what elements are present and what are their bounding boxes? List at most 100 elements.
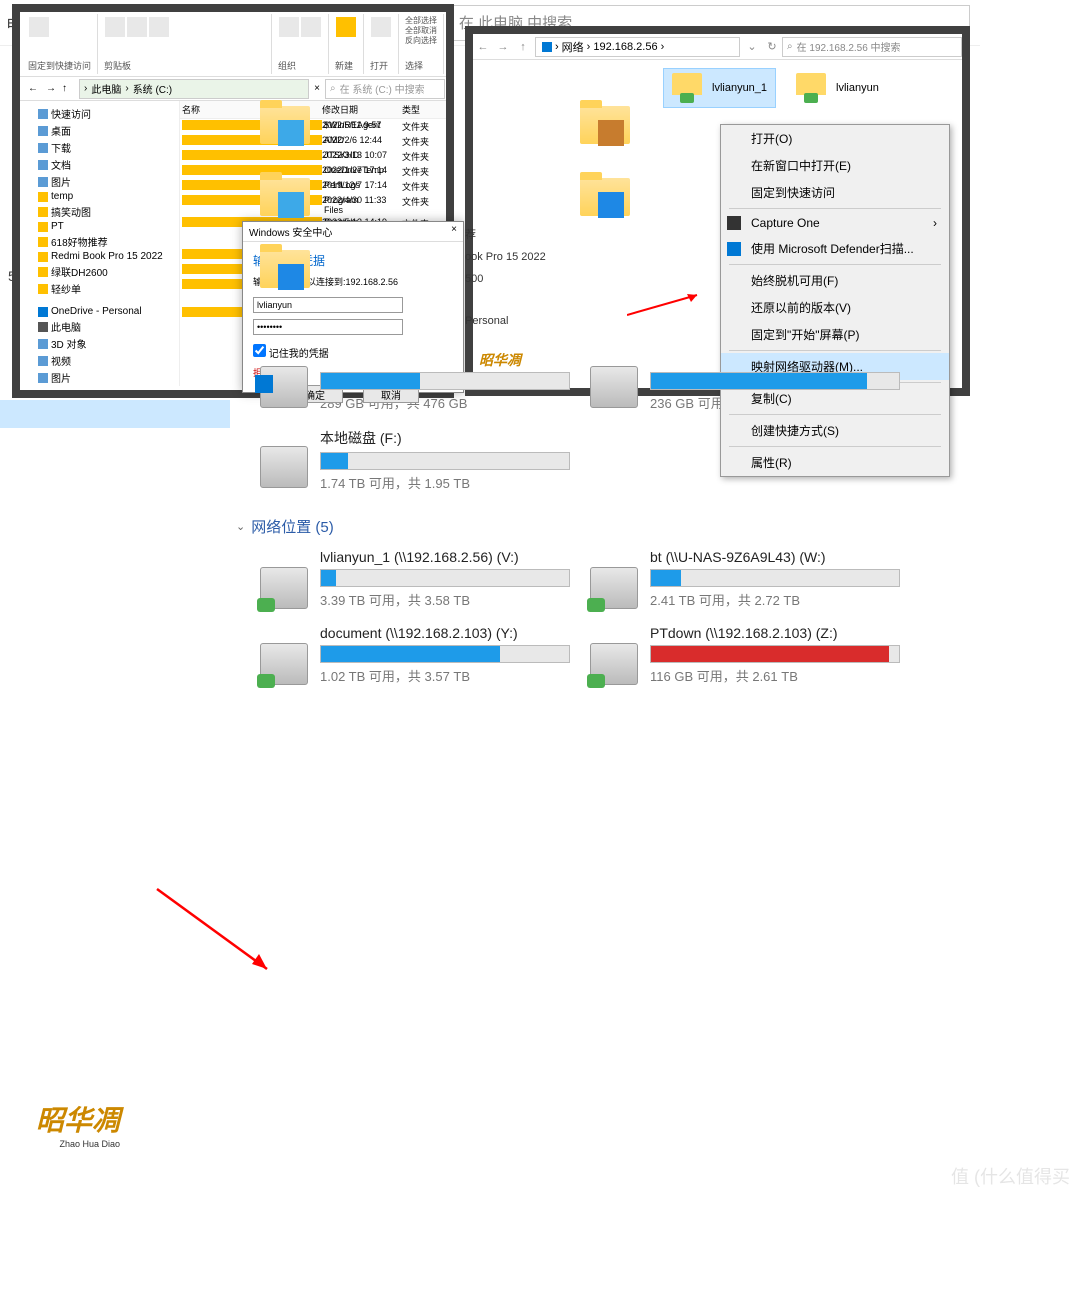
tree-item[interactable]: 绿联DH2600: [24, 263, 175, 280]
context-menu: 打开(O) 在新窗口中打开(E) 固定到快速访问 Capture One › 使用 Mic…: [720, 124, 950, 477]
drive-item[interactable]: PTdown (\\192.168.2.103) (Z:)116 GB 可用，共…: [590, 621, 900, 689]
ribbon-clipboard-label: 剪贴板: [104, 59, 265, 72]
menu-item[interactable]: 固定到"开始"屏幕(P): [721, 321, 949, 348]
tree-label: temp: [51, 191, 73, 202]
menu-label: 固定到"开始"屏幕(P): [751, 326, 860, 343]
tree-frag: ook Pro 15 2022: [465, 246, 546, 268]
tree-item[interactable]: 视频: [24, 352, 175, 369]
back-button[interactable]: ←: [473, 37, 493, 57]
share-folder-icon: [796, 73, 830, 103]
folder-icon: [38, 252, 48, 262]
tree-item[interactable]: 下载: [24, 139, 175, 156]
menu-item[interactable]: 创建快捷方式(S): [721, 417, 949, 444]
dropdown-icon[interactable]: ⌄: [742, 37, 762, 57]
drive-icon: [38, 373, 48, 383]
menu-label: 始终脱机可用(F): [751, 272, 838, 289]
search-box[interactable]: ⌕ 在 192.168.2.56 中搜索: [782, 37, 962, 57]
drive-item[interactable]: document (\\192.168.2.103) (Y:)1.02 TB 可…: [260, 621, 570, 689]
menu-label: 使用 Microsoft Defender扫描...: [751, 240, 914, 257]
file-row[interactable]: AMD2022/2/6 12:44文件夹: [180, 134, 446, 149]
menu-item[interactable]: Capture One ›: [721, 211, 949, 235]
menu-item[interactable]: 固定到快速访问: [721, 179, 949, 206]
share-label: lvlianyun_1: [712, 82, 767, 94]
tree-item[interactable]: PT: [24, 220, 175, 233]
search-placeholder: 在 系统 (C:) 中搜索: [340, 81, 425, 96]
menu-label: 复制(C): [751, 390, 792, 407]
menu-label: 在新窗口中打开(E): [751, 157, 851, 174]
tree-item[interactable]: 3D 对象: [24, 335, 175, 352]
drive-item[interactable]: lvlianyun_1 (\\192.168.2.56) (V:)3.39 TB…: [260, 545, 570, 613]
remember-checkbox[interactable]: [253, 344, 266, 357]
drive-usage-bar: [650, 372, 900, 390]
drive-item[interactable]: bt (\\U-NAS-9Z6A9L43) (W:)2.41 TB 可用，共 2…: [590, 545, 900, 613]
crumb-pc: 此电脑: [91, 81, 121, 96]
ribbon-new-label: 新建: [335, 59, 357, 72]
crumb-network[interactable]: 网络: [562, 39, 584, 55]
tree-item[interactable]: 快速访问: [24, 105, 175, 122]
crumb-ip[interactable]: 192.168.2.56: [593, 41, 657, 53]
tree-item[interactable]: 桌面: [24, 122, 175, 139]
drive-icon: [260, 446, 308, 488]
drive-usage-bar: [650, 569, 900, 587]
select-none[interactable]: 全部取消: [405, 26, 437, 36]
menu-item[interactable]: 在新窗口中打开(E): [721, 152, 949, 179]
menu-item[interactable]: 还原以前的版本(V): [721, 294, 949, 321]
share-label: lvlianyun: [836, 82, 879, 94]
menu-item[interactable]: 使用 Microsoft Defender扫描...: [721, 235, 949, 262]
annotation-arrow: [152, 884, 282, 984]
address-bar-row: ←→↑ ›此电脑› 系统 (C:) × ⌕ 在 系统 (C:) 中搜索: [20, 77, 446, 101]
drive-item[interactable]: 本地磁盘 (F:)1.74 TB 可用，共 1.95 TB: [260, 424, 570, 496]
tree-item[interactable]: 图片: [24, 369, 175, 386]
share-folder-icon: [672, 73, 706, 103]
select-invert[interactable]: 反向选择: [405, 36, 437, 46]
tree-label: 桌面: [51, 123, 71, 138]
submenu-arrow-icon: ›: [933, 216, 937, 230]
section-network[interactable]: ⌄ 网络位置 (5): [230, 504, 980, 545]
column-headers[interactable]: 名称 修改日期 类型: [180, 101, 446, 119]
tree-label: 此电脑: [51, 319, 81, 334]
select-all[interactable]: 全部选择: [405, 16, 437, 26]
file-row[interactable]: OneDriveTemp2022/1/27 17:14文件夹: [180, 164, 446, 179]
col-date[interactable]: 修改日期: [322, 103, 402, 116]
tree-item[interactable]: OneDrive - Personal: [24, 305, 175, 318]
address-bar[interactable]: ›网络 ›192.168.2.56›: [535, 37, 740, 57]
tree-item[interactable]: 此电脑: [24, 318, 175, 335]
nav-tree[interactable]: 快速访问桌面下载文档图片temp搞笑动图PT618好物推荐Redmi Book …: [20, 101, 180, 386]
tree-item[interactable]: 618好物推荐: [24, 233, 175, 250]
drive-icon: [590, 567, 638, 609]
drive-name: document (\\192.168.2.103) (Y:): [320, 625, 570, 641]
share-lvlianyun[interactable]: lvlianyun: [788, 68, 887, 108]
address-bar[interactable]: ›此电脑› 系统 (C:): [79, 79, 309, 99]
drive-icon: [38, 339, 48, 349]
file-row[interactable]: Program Files2022/4/30 11:33文件夹: [180, 194, 446, 216]
tree-item[interactable]: 图片: [24, 173, 175, 190]
menu-item[interactable]: 始终脱机可用(F): [721, 267, 949, 294]
fwd-button[interactable]: →: [493, 37, 513, 57]
menu-item[interactable]: 打开(O): [721, 125, 949, 152]
password-input[interactable]: [253, 319, 403, 335]
tree-label: OneDrive - Personal: [51, 306, 142, 317]
menu-label: Capture One: [751, 216, 820, 230]
tree-item[interactable]: 轻纱单: [24, 280, 175, 297]
drive-icon: [260, 366, 308, 408]
file-row[interactable]: $WinREAgent2022/5/11 9:57文件夹: [180, 119, 446, 134]
col-type[interactable]: 类型: [402, 103, 420, 116]
ribbon-pin[interactable]: 固定到快捷访问: [28, 59, 91, 72]
tree-item-selected[interactable]: [0, 400, 230, 428]
file-row[interactable]: JTSKHD2022/3/13 10:07文件夹: [180, 149, 446, 164]
menu-item[interactable]: 属性(R): [721, 449, 949, 476]
up-button[interactable]: ↑: [513, 37, 533, 57]
tree-item[interactable]: 文档: [24, 156, 175, 173]
username-input[interactable]: [253, 297, 403, 313]
folder-icon: [38, 237, 48, 247]
menu-separator: [729, 264, 941, 265]
folder-icon: [580, 172, 632, 218]
close-icon[interactable]: ×: [451, 224, 457, 239]
search-box[interactable]: ⌕ 在 系统 (C:) 中搜索: [325, 79, 445, 99]
file-row[interactable]: PerfLogs2019/12/7 17:14文件夹: [180, 179, 446, 194]
share-lvlianyun1[interactable]: lvlianyun_1: [663, 68, 776, 108]
refresh-icon[interactable]: ↻: [762, 37, 782, 57]
tree-item[interactable]: Redmi Book Pro 15 2022: [24, 250, 175, 263]
tree-item[interactable]: 搞笑动图: [24, 203, 175, 220]
tree-item[interactable]: temp: [24, 190, 175, 203]
